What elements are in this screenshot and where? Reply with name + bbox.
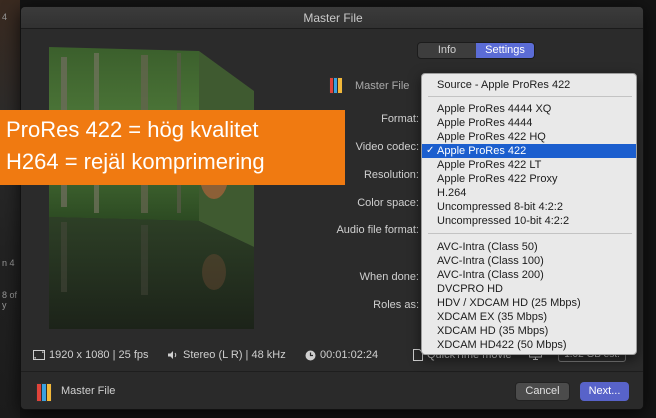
tab-settings[interactable]: Settings [476,43,534,58]
audio-summary: Stereo (L R) | 48 kHz [167,349,286,361]
menu-item-label: XDCAM HD (35 Mbps) [437,325,549,337]
menu-item-label: Apple ProRes 422 LT [437,159,542,171]
menu-item-prores-422-lt[interactable]: Apple ProRes 422 LT [422,158,636,172]
menu-item-label: AVC-Intra (Class 50) [437,241,538,253]
menu-item-label: Apple ProRes 4444 [437,117,533,129]
menu-item-dvcpro-hd[interactable]: DVCPRO HD [422,282,636,296]
background-fragment: 4 [2,12,8,22]
menu-item-source[interactable]: Source - Apple ProRes 422 [422,78,636,92]
info-settings-tabs: Info Settings [417,42,535,59]
menu-item-xdcam-hd422-50[interactable]: XDCAM HD422 (50 Mbps) [422,338,636,352]
menu-separator [428,233,632,234]
menu-item-h264[interactable]: H.264 [422,186,636,200]
menu-item-avc-intra-200[interactable]: AVC-Intra (Class 200) [422,268,636,282]
checkmark-icon: ✓ [426,145,435,156]
color-space-label: Color space: [357,197,419,209]
menu-item-label: Apple ProRes 422 Proxy [437,173,558,185]
tab-info[interactable]: Info [418,43,476,58]
speaker-icon [168,351,177,359]
audio-summary-text: Stereo (L R) | 48 kHz [183,349,286,361]
clock-icon [305,350,316,360]
header-master-file-label: Master File [355,80,410,92]
when-done-label: When done: [359,271,419,283]
menu-item-avc-intra-100[interactable]: AVC-Intra (Class 100) [422,254,636,268]
menu-item-label: H.264 [437,187,467,199]
menu-item-label: Apple ProRes 4444 XQ [437,103,552,115]
menu-item-label: AVC-Intra (Class 100) [437,255,544,267]
resolution-summary: 1920 x 1080 | 25 fps [33,349,149,361]
dialog-title: Master File [21,7,643,29]
menu-item-label: AVC-Intra (Class 200) [437,269,544,281]
menu-item-label: Apple ProRes 422 [437,145,527,157]
annotation-callout: ProRes 422 = hög kvalitet H264 = rejäl k… [0,110,345,185]
annotation-line-h264: H264 = rejäl komprimering [6,149,265,174]
menu-item-avc-intra-50[interactable]: AVC-Intra (Class 50) [422,240,636,254]
menu-item-label: Apple ProRes 422 HQ [437,131,546,143]
next-button[interactable]: Next... [580,382,629,401]
master-file-icon [36,383,52,402]
menu-item-label: DVCPRO HD [437,283,504,295]
annotation-line-prores: ProRes 422 = hög kvalitet [6,117,259,142]
duration-summary-text: 00:01:02:24 [320,349,379,361]
menu-item-uncompressed-10bit[interactable]: Uncompressed 10-bit 4:2:2 [422,214,636,228]
menu-separator [428,96,632,97]
menu-item-label: HDV / XDCAM HD (25 Mbps) [437,297,581,309]
menu-item-hdv-xdcam-hd-25[interactable]: HDV / XDCAM HD (25 Mbps) [422,296,636,310]
menu-item-label: Source - Apple ProRes 422 [437,79,571,91]
menu-item-xdcam-ex-35[interactable]: XDCAM EX (35 Mbps) [422,310,636,324]
dialog-footer: Master File Cancel Next... [21,371,643,409]
background-fragment: 8 of [2,290,18,300]
duration-summary: 00:01:02:24 [305,349,378,361]
audio-file-format-label: Audio file format: [336,224,419,236]
video-codec-dropdown-menu: Source - Apple ProRes 422 Apple ProRes 4… [421,73,637,355]
menu-item-prores-422-proxy[interactable]: Apple ProRes 422 Proxy [422,172,636,186]
preview-image [49,47,254,329]
share-dialog: Master File Info Settings Master File Fo… [20,6,644,410]
menu-item-label: Uncompressed 8-bit 4:2:2 [437,201,563,213]
resolution-summary-text: 1920 x 1080 | 25 fps [49,349,149,361]
background-fragment: y [2,300,7,310]
roles-as-label: Roles as: [373,299,419,311]
menu-item-label: XDCAM HD422 (50 Mbps) [437,339,567,351]
cancel-button[interactable]: Cancel [515,382,570,401]
background-app-strip: 4 n 4 8 of y [0,0,20,418]
video-preview-thumbnail [49,47,259,329]
menu-item-label: Uncompressed 10-bit 4:2:2 [437,215,570,227]
menu-item-prores-422[interactable]: ✓ Apple ProRes 422 [422,144,636,158]
footer-destination-label: Master File [61,385,116,397]
menu-item-label: XDCAM EX (35 Mbps) [437,311,548,323]
menu-item-uncompressed-8bit[interactable]: Uncompressed 8-bit 4:2:2 [422,200,636,214]
menu-item-prores-4444[interactable]: Apple ProRes 4444 [422,116,636,130]
menu-item-prores-4444-xq[interactable]: Apple ProRes 4444 XQ [422,102,636,116]
frame-size-icon [33,350,45,360]
menu-item-prores-422-hq[interactable]: Apple ProRes 422 HQ [422,130,636,144]
menu-item-xdcam-hd-35[interactable]: XDCAM HD (35 Mbps) [422,324,636,338]
master-file-icon [329,77,343,94]
background-fragment: n 4 [2,258,15,268]
